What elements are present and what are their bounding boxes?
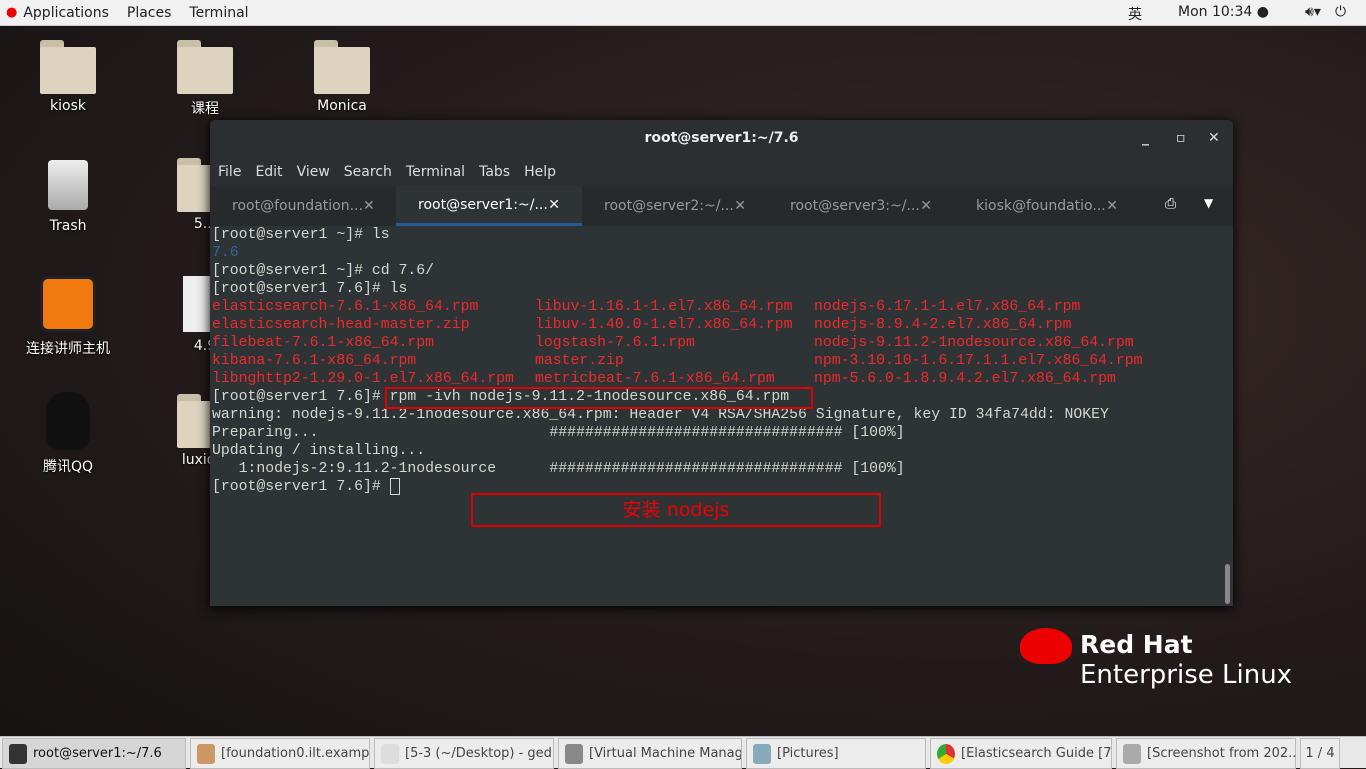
tab-menu-chevron-icon[interactable]: ▼ (1204, 196, 1213, 210)
window-titlebar[interactable]: root@server1:~/7.6 _ ▫ ✕ (210, 120, 1233, 158)
gedit-icon (381, 743, 399, 764)
desktop-icon-course[interactable]: 课程 (145, 40, 265, 118)
places-menu[interactable]: Places (127, 5, 172, 21)
redhat-hat-icon (1020, 628, 1072, 664)
tab-bar: root@foundation... ✕ root@server1:~/... ✕ … (210, 186, 1233, 226)
close-tab-icon[interactable]: ✕ (363, 198, 375, 214)
maximize-button[interactable]: ▫ (1176, 120, 1186, 156)
ls-row: elasticsearch-7.6.1-x86_64.rpm libuv-1.16… (212, 299, 1081, 315)
terminal-cursor (389, 478, 400, 495)
task-screenshot[interactable]: [Screenshot from 202... (1116, 738, 1296, 769)
tab-kiosk[interactable]: kiosk@foundatio... ✕ (954, 186, 1140, 226)
task-terminal[interactable]: root@server1:~/7.6 (2, 738, 186, 769)
workspace-pager[interactable]: 1 / 4 (1300, 738, 1340, 769)
applications-menu[interactable]: Applications (23, 5, 109, 21)
task-foundation[interactable]: [foundation0.ilt.exampl... (190, 738, 370, 769)
terminal-window: root@server1:~/7.6 _ ▫ ✕ File Edit View … (210, 120, 1233, 606)
ls-row: filebeat-7.6.1-x86_64.rpm logstash-7.6.1.… (212, 335, 1134, 351)
tab-server2[interactable]: root@server2:~/... ✕ (582, 186, 768, 226)
redhat-logo-icon: ● (6, 5, 18, 20)
home-folder-icon (40, 40, 96, 94)
menu-view[interactable]: View (297, 164, 330, 180)
close-tab-icon[interactable]: ✕ (920, 198, 932, 214)
task-chrome[interactable]: [Elasticsearch Guide [7.... (930, 738, 1112, 769)
tab-foundation[interactable]: root@foundation... ✕ (210, 186, 396, 226)
close-tab-icon[interactable]: ✕ (734, 198, 746, 214)
ls-row: kibana-7.6.1-x86_64.rpm master.zip npm-3.1… (212, 353, 1143, 369)
screenshot-icon (1123, 743, 1141, 764)
command-highlight-box (385, 387, 813, 409)
top-panel: ● Applications Places Terminal 英 Mon 10:… (0, 0, 1366, 26)
minimize-button[interactable]: _ (1142, 120, 1149, 156)
input-method[interactable]: 英 (1128, 4, 1142, 24)
menu-bar: File Edit View Search Terminal Tabs Help (210, 158, 1233, 186)
desktop-icon-qq[interactable]: 腾讯QQ (8, 392, 128, 476)
task-virt-manager[interactable]: [Virtual Machine Manag... (558, 738, 742, 769)
desktop-icon-trash[interactable]: Trash (8, 160, 128, 234)
taskbar: root@server1:~/7.6 [foundation0.ilt.exam… (0, 736, 1366, 769)
tab-server1[interactable]: root@server1:~/... ✕ (396, 186, 582, 226)
tab-server3[interactable]: root@server3:~/... ✕ (768, 186, 954, 226)
tiger-app-icon (40, 276, 96, 332)
volume-icon[interactable]: 🔊︎▾ (1305, 4, 1321, 20)
folder-icon (314, 40, 370, 94)
terminal-output[interactable]: [root@server1 ~]# ls 7.6 [root@server1 ~… (212, 226, 1221, 606)
menu-terminal[interactable]: Terminal (406, 164, 465, 180)
menu-help[interactable]: Help (524, 164, 556, 180)
scrollbar[interactable] (1225, 564, 1230, 604)
terminal-menu[interactable]: Terminal (189, 5, 248, 21)
trash-icon (48, 160, 88, 210)
menu-edit[interactable]: Edit (255, 164, 282, 180)
task-pictures[interactable]: [Pictures] (746, 738, 926, 769)
qq-penguin-icon (46, 392, 90, 450)
virt-manager-icon (565, 743, 583, 764)
virt-viewer-icon (197, 743, 215, 764)
menu-search[interactable]: Search (344, 164, 392, 180)
desktop-icon-remote[interactable]: 连接讲师主机 (8, 276, 128, 358)
menu-tabs[interactable]: Tabs (479, 164, 510, 180)
file-manager-icon (753, 743, 771, 764)
power-icon[interactable]: ⏻ (1335, 4, 1346, 20)
new-tab-icon[interactable]: ⎙ (1165, 196, 1176, 212)
task-gedit[interactable]: [5-3 (~/Desktop) - ged... (374, 738, 554, 769)
desktop-icon-kiosk[interactable]: kiosk (8, 40, 128, 114)
ls-row: libnghttp2-1.29.0-1.el7.x86_64.rpm metric… (212, 371, 1116, 387)
close-tab-icon[interactable]: ✕ (548, 197, 560, 213)
ls-row: elasticsearch-head-master.zip libuv-1.40.… (212, 317, 1072, 333)
annotation-box: 安装 nodejs (471, 493, 881, 527)
desktop-icon-monica[interactable]: Monica (282, 40, 402, 114)
menu-file[interactable]: File (218, 164, 241, 180)
clock[interactable]: Mon 10:34 ● (1178, 4, 1269, 20)
terminal-icon (9, 743, 27, 764)
chrome-icon (937, 743, 955, 764)
folder-icon (177, 40, 233, 94)
close-button[interactable]: ✕ (1208, 120, 1220, 156)
close-tab-icon[interactable]: ✕ (1106, 198, 1118, 214)
